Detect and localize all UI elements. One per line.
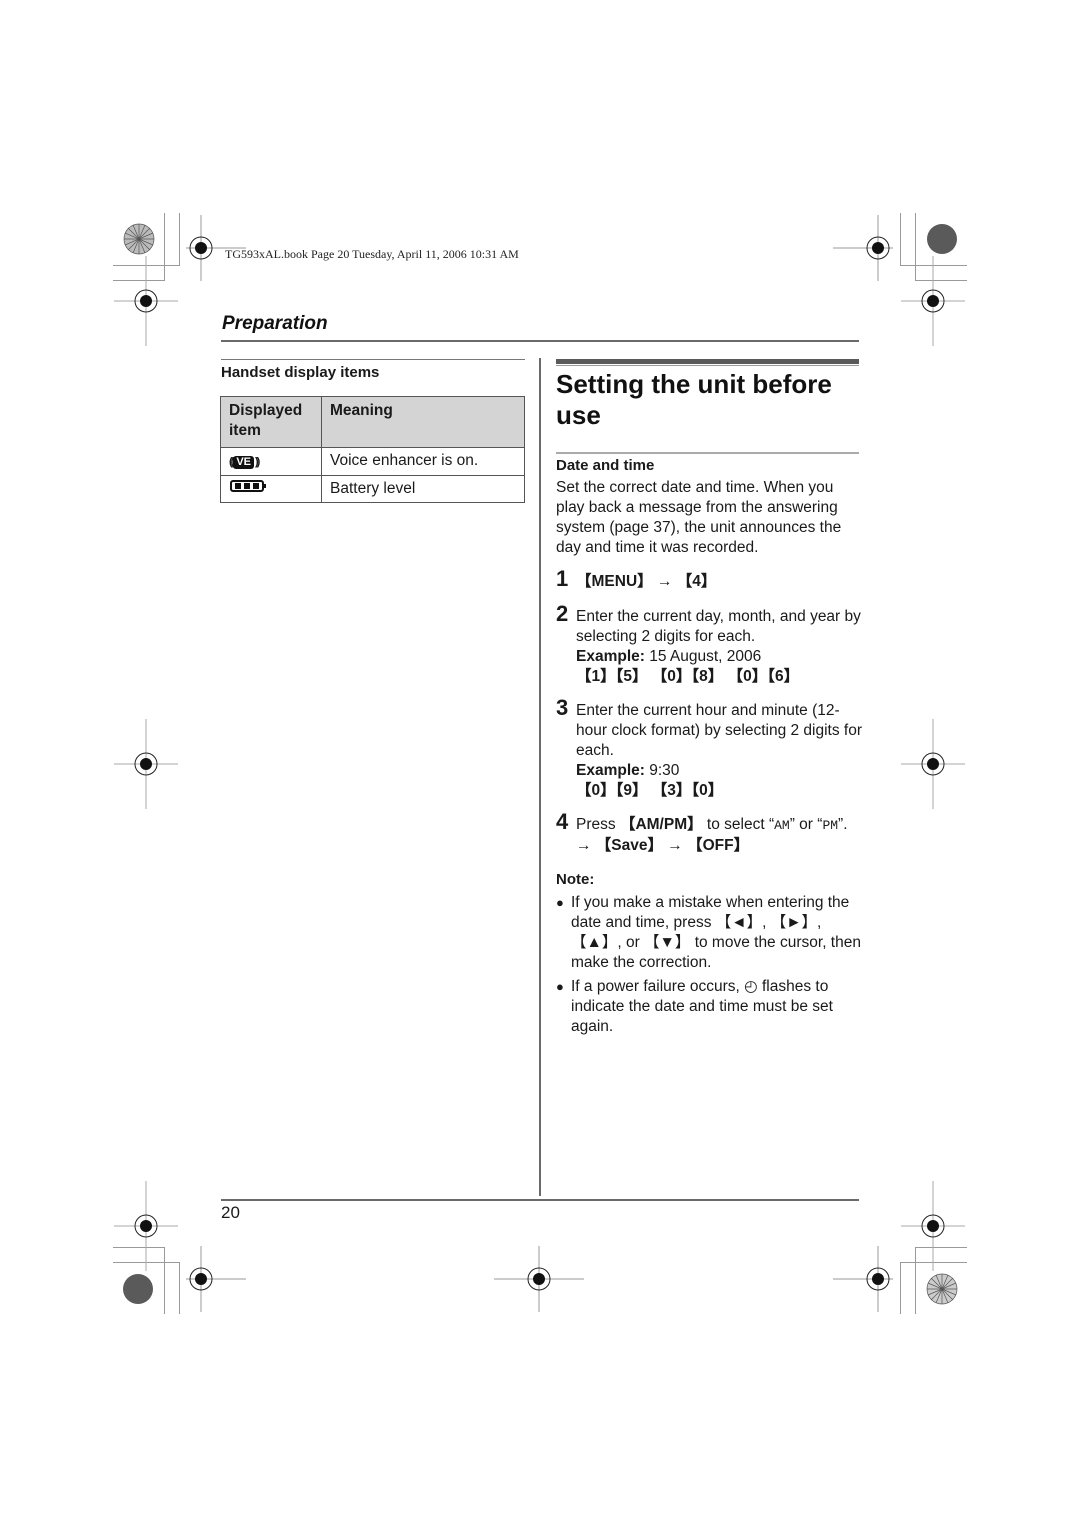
registration-target-icon: [101, 256, 191, 346]
section-title: Preparation: [222, 313, 328, 334]
am-option: AM: [774, 818, 790, 833]
page-title: Setting the unit before use: [556, 369, 832, 430]
step-number: 2: [556, 601, 569, 626]
step-text: Enter the current hour and minute (12-ho…: [576, 702, 863, 759]
column-header-displayed-item: Displayed item: [220, 396, 322, 448]
column-header-meaning: Meaning: [321, 396, 525, 448]
step-text: Enter the current day, month, and year b…: [576, 608, 861, 645]
step-text: Press: [576, 816, 620, 833]
column-divider: [539, 358, 541, 1196]
key-sequence: 【0】【9】 【3】【0】: [576, 782, 724, 799]
title-top-bar-thin: [556, 365, 859, 366]
step-text: ” or “: [789, 816, 823, 833]
key-sequence: 【1】【5】 【0】【8】 【0】【6】: [576, 668, 800, 685]
handset-display-items-heading: Handset display items: [221, 364, 380, 381]
section-rule: [221, 340, 859, 342]
displayed-item-cell: ((VE)): [220, 447, 322, 476]
example-label: Example:: [576, 762, 645, 779]
step-1: 1 【MENU】 → 【4】: [556, 566, 866, 592]
note-bullet: ● If you make a mistake when entering th…: [556, 893, 862, 973]
page-number: 20: [221, 1203, 240, 1222]
example-value: 9:30: [644, 762, 680, 779]
registration-target-icon: [156, 1234, 246, 1324]
note-text: If a power failure occurs, ◴ flashes to …: [571, 978, 833, 1035]
am-pm-key: 【AM/PM】: [619, 816, 703, 833]
table-row: Battery level: [220, 474, 525, 504]
left-heading-rule: [221, 359, 525, 360]
step-text: to select “: [702, 816, 775, 833]
step-3: 3 Enter the current hour and minute (12-…: [556, 695, 866, 801]
meaning-cell: Battery level: [321, 474, 525, 504]
print-header: TG593xAL.book Page 20 Tuesday, April 11,…: [225, 247, 519, 261]
pm-option: PM: [822, 818, 839, 833]
displayed-item-cell: [220, 474, 322, 504]
step-number: 4: [556, 809, 569, 834]
key-sequence: 【MENU】 → 【4】: [576, 573, 717, 590]
voice-enhancer-icon: ((VE)): [229, 455, 261, 469]
registration-target-icon: [101, 719, 191, 809]
title-top-bar: [556, 359, 859, 364]
display-items-table: Displayed item Meaning ((VE)) Voice enha…: [220, 396, 525, 504]
intro-paragraph: Set the correct date and time. When you …: [556, 479, 842, 556]
registration-target-icon: [888, 256, 978, 346]
note-label: Note:: [556, 871, 595, 888]
example-value: 15 August, 2006: [644, 648, 762, 665]
step-number: 3: [556, 695, 569, 720]
registration-target-icon: [833, 1234, 923, 1324]
note-text: If you make a mistake when entering the …: [571, 894, 861, 971]
step-2: 2 Enter the current day, month, and year…: [556, 601, 866, 687]
step-4: 4 Press 【AM/PM】 to select “AM” or “PM”. …: [556, 809, 866, 856]
meaning-cell: Voice enhancer is on.: [321, 447, 525, 476]
bullet-icon: ●: [556, 979, 564, 994]
footer-rule: [221, 1199, 859, 1201]
note-bullet: ● If a power failure occurs, ◴ flashes t…: [556, 977, 862, 1037]
key-sequence: → 【Save】 → 【OFF】: [576, 837, 750, 854]
table-header-row: Displayed item Meaning: [220, 396, 525, 448]
step-number: 1: [556, 566, 569, 591]
bullet-icon: ●: [556, 895, 564, 910]
registration-target-icon: [888, 719, 978, 809]
date-and-time-heading: Date and time: [556, 457, 655, 474]
title-rule: [556, 452, 859, 454]
example-label: Example:: [576, 648, 645, 665]
step-text: ”.: [838, 816, 848, 833]
table-row: ((VE)) Voice enhancer is on.: [220, 447, 525, 476]
registration-target-icon: [494, 1234, 584, 1324]
battery-icon: [229, 476, 267, 502]
